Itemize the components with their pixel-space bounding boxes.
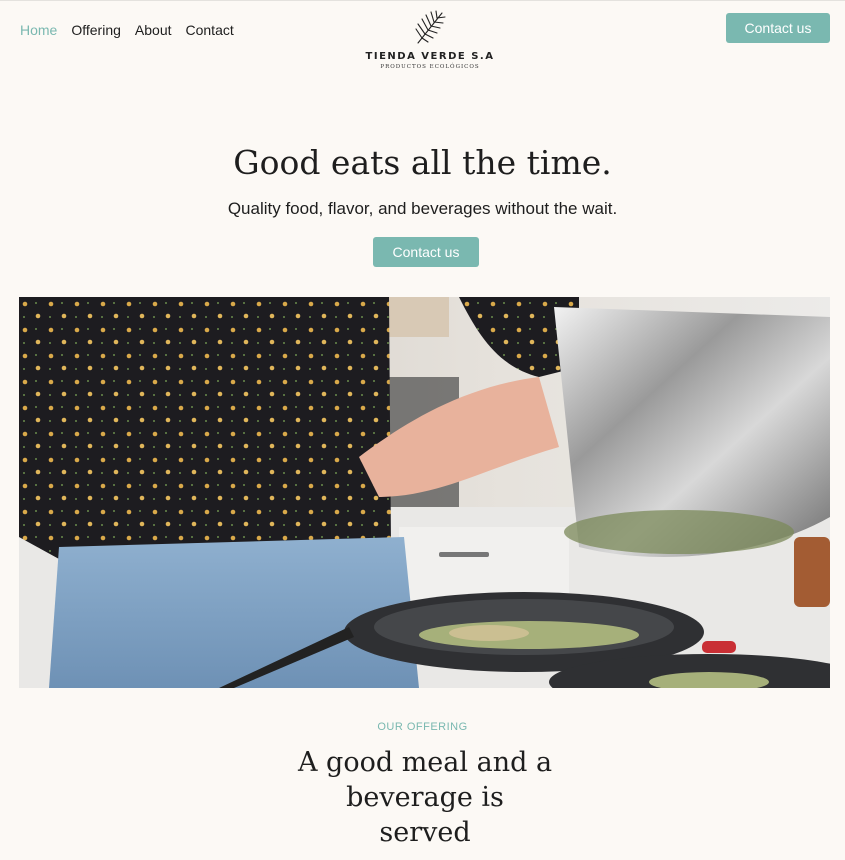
offering-title: A good meal and a beverage is served bbox=[297, 747, 553, 848]
nav-contact-link[interactable]: Contact bbox=[186, 22, 234, 38]
nav-home-link[interactable]: Home bbox=[20, 22, 57, 38]
hero-subtitle: Quality food, flavor, and beverages with… bbox=[227, 199, 618, 218]
offering-eyebrow: OUR OFFERING bbox=[377, 721, 468, 733]
hero-contact-button[interactable]: Contact us bbox=[373, 237, 479, 267]
brand-name: TIENDA VERDE S.A bbox=[365, 51, 495, 62]
page: Home Offering About Contact TIENDA VERDE… bbox=[0, 0, 845, 860]
brand-logo[interactable]: TIENDA VERDE S.A PRODUCTOS ECOLÓGICOS bbox=[330, 9, 530, 70]
header-contact-button[interactable]: Contact us bbox=[726, 13, 830, 43]
nav-offering-link[interactable]: Offering bbox=[71, 22, 121, 38]
cooking-photo bbox=[19, 297, 830, 688]
nav-about-link[interactable]: About bbox=[135, 22, 172, 38]
palm-leaf-icon bbox=[415, 10, 446, 44]
hero-image bbox=[19, 297, 830, 688]
main-nav: Home Offering About Contact bbox=[20, 22, 234, 38]
hero-title: Good eats all the time. bbox=[233, 143, 612, 182]
brand-tagline: PRODUCTOS ECOLÓGICOS bbox=[380, 64, 480, 70]
